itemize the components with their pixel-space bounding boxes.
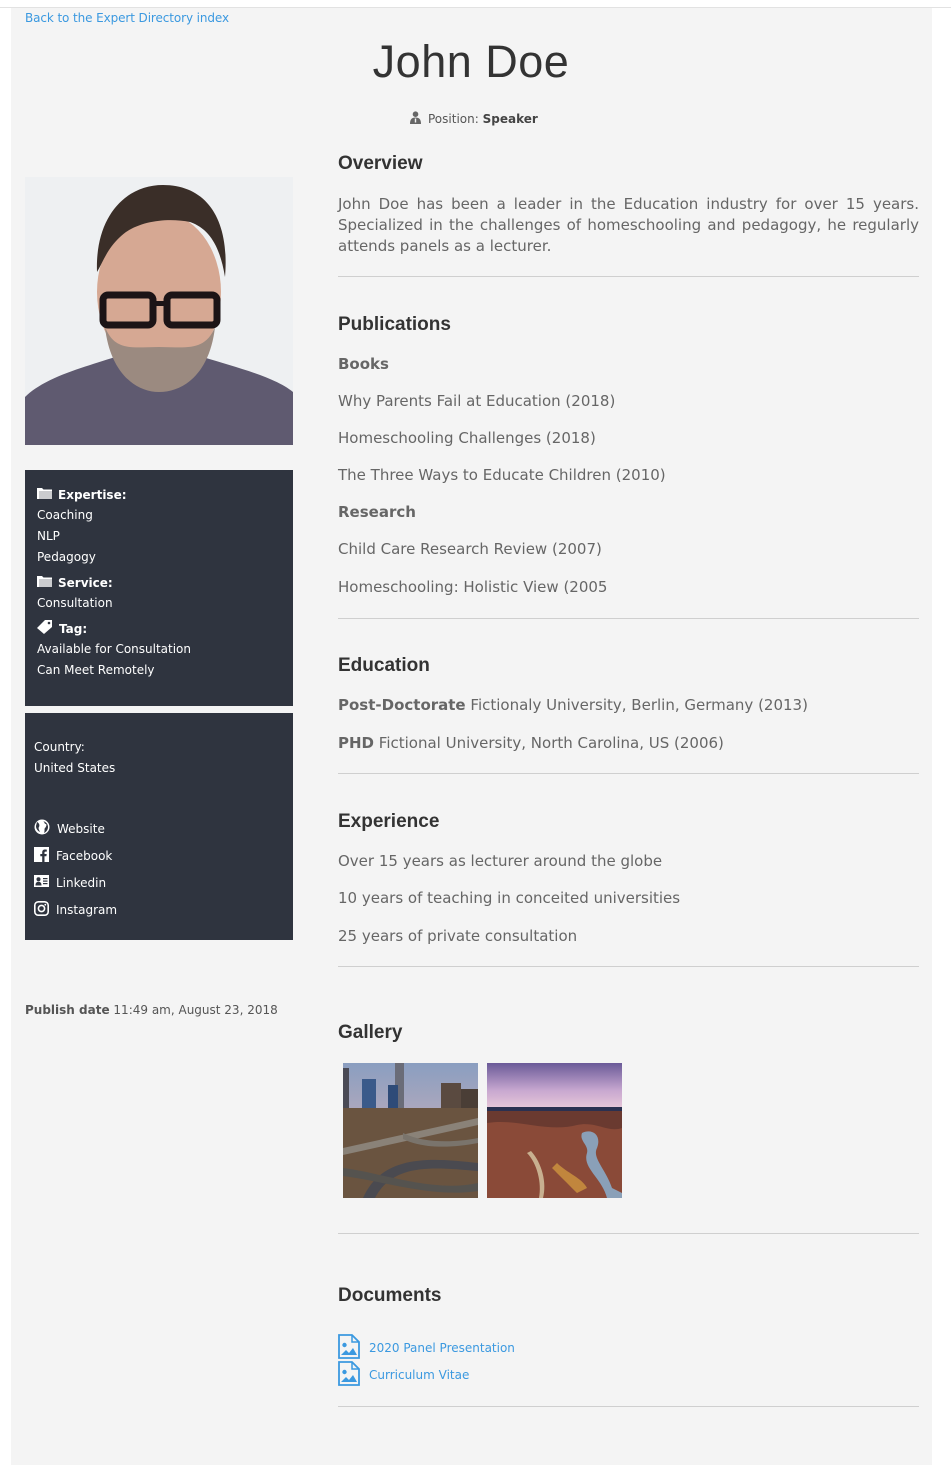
book-item: Homeschooling Challenges (2018) bbox=[338, 429, 596, 447]
research-item: Child Care Research Review (2007) bbox=[338, 540, 602, 558]
contact-panel: Country: United States Website Facebook … bbox=[25, 713, 293, 940]
image-file-icon bbox=[338, 1334, 360, 1362]
degree-label: PHD bbox=[338, 734, 374, 752]
user-icon bbox=[409, 111, 422, 127]
position-row: Position: Speaker bbox=[409, 111, 538, 127]
degree-label: Post-Doctorate bbox=[338, 696, 466, 714]
expert-name: John Doe bbox=[372, 36, 570, 87]
tag-item[interactable]: Available for Consultation bbox=[37, 639, 281, 660]
document-title[interactable]: 2020 Panel Presentation bbox=[369, 1341, 515, 1355]
section-divider bbox=[338, 276, 919, 277]
education-title: Education bbox=[338, 655, 430, 676]
overview-text: John Doe has been a leader in the Educat… bbox=[338, 195, 919, 255]
section-divider bbox=[338, 966, 919, 967]
publications-title: Publications bbox=[338, 314, 451, 335]
documents-title: Documents bbox=[338, 1285, 442, 1306]
publish-date-label: Publish date bbox=[25, 1003, 110, 1017]
degree-detail: Fictionaly University, Berlin, Germany (… bbox=[470, 696, 808, 714]
tag-item[interactable]: Can Meet Remotely bbox=[37, 660, 281, 681]
taxonomy-panel: Expertise: Coaching NLP Pedagogy Service… bbox=[25, 470, 293, 706]
folder-icon bbox=[37, 575, 52, 590]
position-label: Position bbox=[428, 112, 475, 126]
section-divider bbox=[338, 1233, 919, 1234]
image-file-icon bbox=[338, 1361, 360, 1389]
profile-page: Back to the Expert Directory index John … bbox=[11, 8, 932, 1465]
book-item: The Three Ways to Educate Children (2010… bbox=[338, 466, 666, 484]
section-divider bbox=[338, 1406, 919, 1407]
book-item: Why Parents Fail at Education (2018) bbox=[338, 392, 616, 410]
document-link[interactable]: 2020 Panel Presentation bbox=[338, 1334, 515, 1362]
expertise-item[interactable]: Coaching bbox=[37, 505, 281, 526]
country-value: United States bbox=[34, 761, 116, 775]
experience-item: 10 years of teaching in conceited univer… bbox=[338, 889, 681, 907]
overview-title: Overview bbox=[338, 153, 423, 174]
document-title[interactable]: Curriculum Vitae bbox=[369, 1368, 469, 1382]
instagram-icon bbox=[34, 900, 49, 919]
education-item: Post-Doctorate Fictionaly University, Be… bbox=[338, 696, 808, 714]
gallery-image-city[interactable] bbox=[343, 1063, 478, 1198]
section-divider bbox=[338, 618, 919, 619]
back-to-directory-link[interactable]: Back to the Expert Directory index bbox=[25, 11, 229, 25]
service-heading: Service: bbox=[37, 572, 281, 593]
facebook-link[interactable]: Facebook bbox=[34, 842, 284, 869]
website-link[interactable]: Website bbox=[34, 815, 284, 842]
section-divider bbox=[338, 773, 919, 774]
folder-icon bbox=[37, 487, 52, 502]
research-subheading: Research bbox=[338, 503, 416, 521]
tag-heading: Tag: bbox=[37, 618, 281, 639]
experience-title: Experience bbox=[338, 811, 440, 832]
expertise-item[interactable]: Pedagogy bbox=[37, 547, 281, 568]
expertise-item[interactable]: NLP bbox=[37, 526, 281, 547]
degree-detail: Fictional University, North Carolina, US… bbox=[378, 734, 724, 752]
linkedin-link[interactable]: Linkedin bbox=[34, 869, 284, 896]
gallery-title: Gallery bbox=[338, 1022, 403, 1043]
books-subheading: Books bbox=[338, 355, 389, 373]
position-value: Speaker bbox=[482, 112, 538, 126]
experience-item: Over 15 years as lecturer around the glo… bbox=[338, 852, 663, 870]
research-item: Homeschooling: Holistic View (2005 bbox=[338, 578, 608, 596]
instagram-link[interactable]: Instagram bbox=[34, 896, 284, 923]
publish-date-value: 11:49 am, August 23, 2018 bbox=[113, 1003, 278, 1017]
globe-icon bbox=[34, 819, 50, 838]
service-item[interactable]: Consultation bbox=[37, 593, 281, 614]
country-label: Country: bbox=[34, 740, 85, 754]
tag-icon bbox=[37, 620, 53, 637]
profile-photo bbox=[25, 177, 293, 445]
document-link[interactable]: Curriculum Vitae bbox=[338, 1361, 469, 1389]
expertise-heading: Expertise: bbox=[37, 484, 281, 505]
facebook-icon bbox=[34, 846, 49, 865]
experience-item: 25 years of private consultation bbox=[338, 927, 578, 945]
publish-date: Publish date 11:49 am, August 23, 2018 bbox=[25, 1003, 278, 1017]
gallery-image-forest[interactable] bbox=[487, 1063, 622, 1198]
linkedin-icon bbox=[34, 875, 49, 890]
education-item: PHD Fictional University, North Carolina… bbox=[338, 734, 724, 752]
